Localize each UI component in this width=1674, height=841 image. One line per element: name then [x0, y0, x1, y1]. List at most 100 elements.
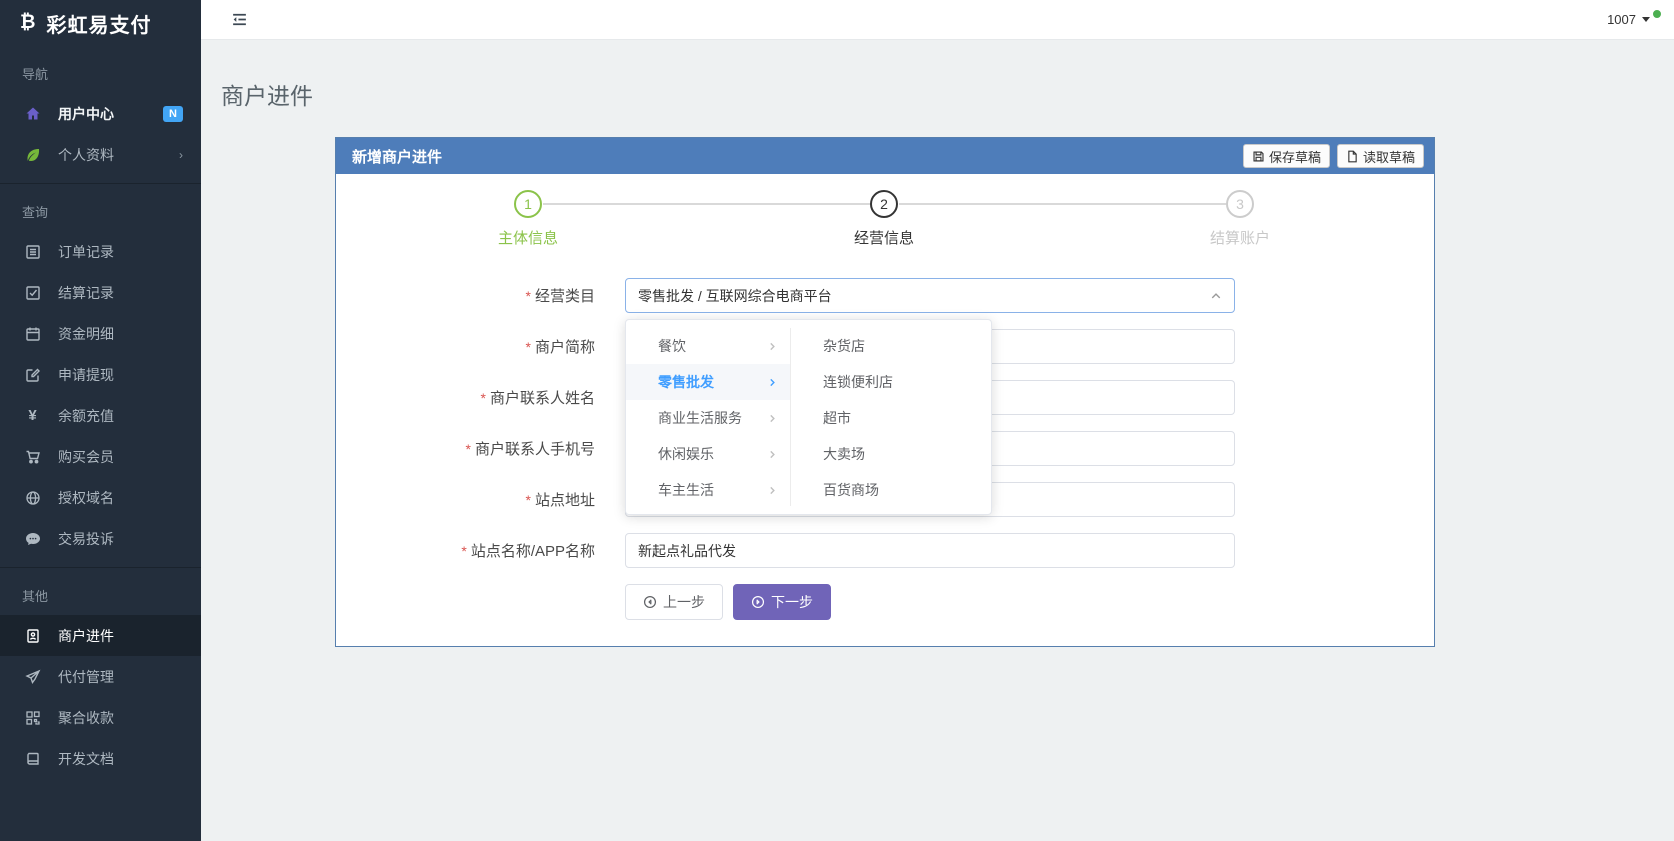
subcategory-column: 杂货店 连锁便利店 超市 大卖场 百货商场 [791, 328, 991, 506]
sidebar-item-fund-details[interactable]: 资金明细 [0, 313, 201, 354]
category-option-business-services[interactable]: 商业生活服务 [626, 400, 790, 436]
category-option-car-life[interactable]: 车主生活 [626, 472, 790, 508]
sidebar-item-profile[interactable]: 个人资料 › [0, 134, 201, 175]
field-label-text: 站点名称/APP名称 [471, 543, 595, 560]
list-icon [24, 243, 41, 260]
load-draft-button[interactable]: 读取草稿 [1337, 144, 1424, 168]
category-label: 零售批发 [658, 372, 714, 392]
step-3-circle: 3 [1226, 190, 1254, 218]
step-1-label: 主体信息 [498, 227, 558, 248]
sidebar-item-label: 聚合收款 [58, 708, 114, 728]
chevron-right-icon [767, 449, 778, 460]
subcategory-option-grocery[interactable]: 杂货店 [791, 328, 991, 364]
sidebar-item-authorized-domains[interactable]: 授权域名 [0, 477, 201, 518]
next-step-button[interactable]: 下一步 [733, 584, 831, 620]
circle-arrow-left-icon [643, 595, 657, 609]
sidebar-section-other: 其他 商户进件 代付管理 聚合收款 开发文档 [0, 568, 201, 787]
section-label: 其他 [0, 568, 201, 615]
step-connector [543, 203, 870, 205]
field-label-text: 商户联系人姓名 [490, 390, 595, 407]
save-draft-button[interactable]: 保存草稿 [1243, 144, 1330, 168]
sidebar-item-payout-management[interactable]: 代付管理 [0, 656, 201, 697]
sidebar-item-label: 商户进件 [58, 626, 114, 646]
subcategory-label: 杂货店 [823, 336, 865, 356]
caret-down-icon [1642, 17, 1650, 22]
merchant-onboarding-panel: 新增商户进件 保存草稿 读取草稿 1 2 3 主体信息 经营信息 结算账户 [335, 137, 1435, 647]
wizard-steps: 1 2 3 主体信息 经营信息 结算账户 [336, 174, 1434, 276]
pencil-square-icon [24, 366, 41, 383]
category-option-retail[interactable]: 零售批发 [626, 364, 790, 400]
online-status-dot [1652, 9, 1662, 19]
app-logo[interactable]: ₿ 彩虹易支付 [0, 0, 201, 46]
field-label: *商户联系人姓名 [336, 387, 625, 408]
chevron-right-icon [767, 341, 778, 352]
sidebar-item-settlement-records[interactable]: 结算记录 [0, 272, 201, 313]
step-2-label: 经营信息 [854, 227, 914, 248]
field-label: *商户简称 [336, 336, 625, 357]
required-mark: * [466, 441, 471, 457]
subcategory-option-supermarket[interactable]: 超市 [791, 400, 991, 436]
sidebar-item-label: 结算记录 [58, 283, 114, 303]
required-mark: * [526, 492, 531, 508]
field-label-text: 经营类目 [535, 288, 595, 305]
subcategory-option-hypermarket[interactable]: 大卖场 [791, 436, 991, 472]
sidebar-item-aggregate-collection[interactable]: 聚合收款 [0, 697, 201, 738]
sidebar-item-label: 个人资料 [58, 145, 114, 165]
user-id-text: 1007 [1607, 12, 1636, 27]
form-buttons-row: 上一步 下一步 [336, 584, 1434, 620]
app-title: 彩虹易支付 [46, 9, 151, 38]
user-dropdown[interactable]: 1007 [1607, 12, 1650, 27]
business-category-select[interactable]: 零售批发 / 互联网综合电商平台 [625, 278, 1235, 313]
panel-body: 1 2 3 主体信息 经营信息 结算账户 *经营类目 零售批发 / 互联网综合电… [336, 174, 1434, 648]
qrcode-icon [24, 709, 41, 726]
field-label: *商户联系人手机号 [336, 438, 625, 459]
category-option-catering[interactable]: 餐饮 [626, 328, 790, 364]
subcategory-option-department-store[interactable]: 百货商场 [791, 472, 991, 508]
panel-actions: 保存草稿 读取草稿 [1236, 144, 1424, 168]
step-connector [899, 203, 1226, 205]
circle-arrow-right-icon [751, 595, 765, 609]
field-label-text: 商户联系人手机号 [475, 441, 595, 458]
sidebar-section-query: 查询 订单记录 结算记录 资金明细 申请提现 ¥ 余额 [0, 184, 201, 568]
step-3-label: 结算账户 [1210, 227, 1270, 248]
sidebar-item-label: 申请提现 [58, 365, 114, 385]
category-cascader-dropdown: 餐饮 零售批发 商业生活服务 休闲娱乐 车主生活 [625, 319, 992, 515]
subcategory-label: 大卖场 [823, 444, 865, 464]
leaf-icon [24, 146, 41, 163]
required-mark: * [481, 390, 486, 406]
sidebar-item-label: 交易投诉 [58, 529, 114, 549]
subcategory-option-chain-convenience[interactable]: 连锁便利店 [791, 364, 991, 400]
required-mark: * [461, 543, 466, 559]
book-icon [24, 750, 41, 767]
file-icon [1346, 150, 1359, 163]
sidebar-item-developer-docs[interactable]: 开发文档 [0, 738, 201, 779]
form-row: *经营类目 零售批发 / 互联网综合电商平台 [336, 278, 1434, 313]
id-card-icon [24, 627, 41, 644]
prev-step-label: 上一步 [663, 592, 705, 612]
subcategory-label: 超市 [823, 408, 851, 428]
sidebar-item-order-records[interactable]: 订单记录 [0, 231, 201, 272]
save-draft-label: 保存草稿 [1269, 147, 1321, 166]
sidebar-collapse-icon[interactable] [231, 11, 248, 28]
sidebar-item-withdraw[interactable]: 申请提现 [0, 354, 201, 395]
step-number: 3 [1236, 196, 1244, 212]
category-label: 商业生活服务 [658, 408, 742, 428]
sidebar-item-user-center[interactable]: 用户中心 N [0, 93, 201, 134]
required-mark: * [526, 288, 531, 304]
sidebar-item-buy-membership[interactable]: 购买会员 [0, 436, 201, 477]
sidebar-item-trade-complaints[interactable]: 交易投诉 [0, 518, 201, 559]
category-option-leisure[interactable]: 休闲娱乐 [626, 436, 790, 472]
field-label-text: 站点地址 [535, 492, 595, 509]
sidebar-item-label: 余额充值 [58, 406, 114, 426]
sidebar-item-merchant-onboarding[interactable]: 商户进件 [0, 615, 201, 656]
bitcoin-icon: ₿ [20, 12, 36, 34]
sidebar: ₿ 彩虹易支付 导航 用户中心 N 个人资料 › 查询 订单记录 [0, 0, 201, 841]
calendar-icon [24, 325, 41, 342]
chevron-right-icon [767, 377, 778, 388]
prev-step-button[interactable]: 上一步 [625, 584, 723, 620]
chevron-right-icon [767, 485, 778, 496]
cart-icon [24, 448, 41, 465]
sidebar-item-balance-recharge[interactable]: ¥ 余额充值 [0, 395, 201, 436]
paper-plane-icon [24, 668, 41, 685]
site-name-input[interactable] [625, 533, 1235, 568]
